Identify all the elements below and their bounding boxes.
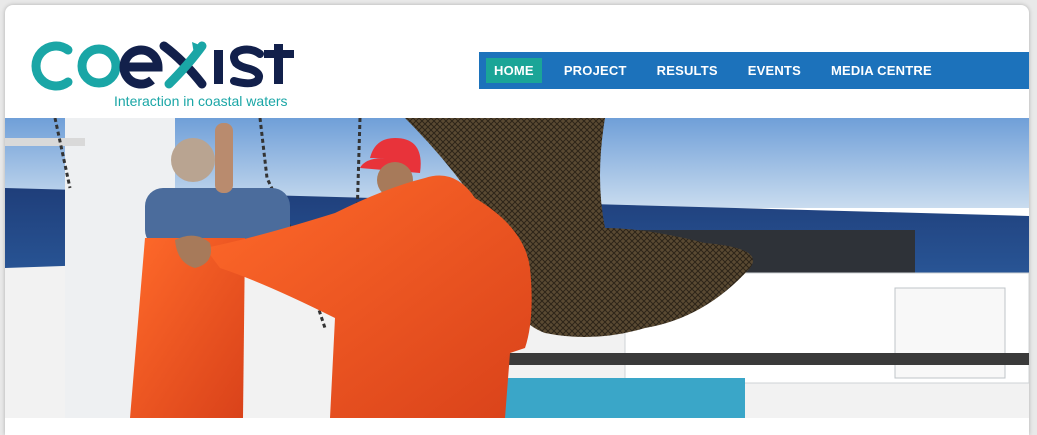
nav-item-events[interactable]: EVENTS [740,58,809,83]
main-navigation: HOME PROJECT RESULTS EVENTS MEDIA CENTRE [479,52,1029,89]
nav-item-project[interactable]: PROJECT [556,58,635,83]
nav-item-home[interactable]: HOME [486,58,542,83]
site-logo[interactable]: Interaction in coastal waters [24,36,314,116]
hero-banner [5,118,1029,418]
nav-item-results[interactable]: RESULTS [649,58,726,83]
logo-tagline: Interaction in coastal waters [114,93,288,109]
coexist-logo-icon [31,41,294,91]
fishermen-hauling-net-photo [5,118,1029,418]
page-container: Interaction in coastal waters HOME PROJE… [5,5,1029,435]
nav-item-media-centre[interactable]: MEDIA CENTRE [823,58,940,83]
